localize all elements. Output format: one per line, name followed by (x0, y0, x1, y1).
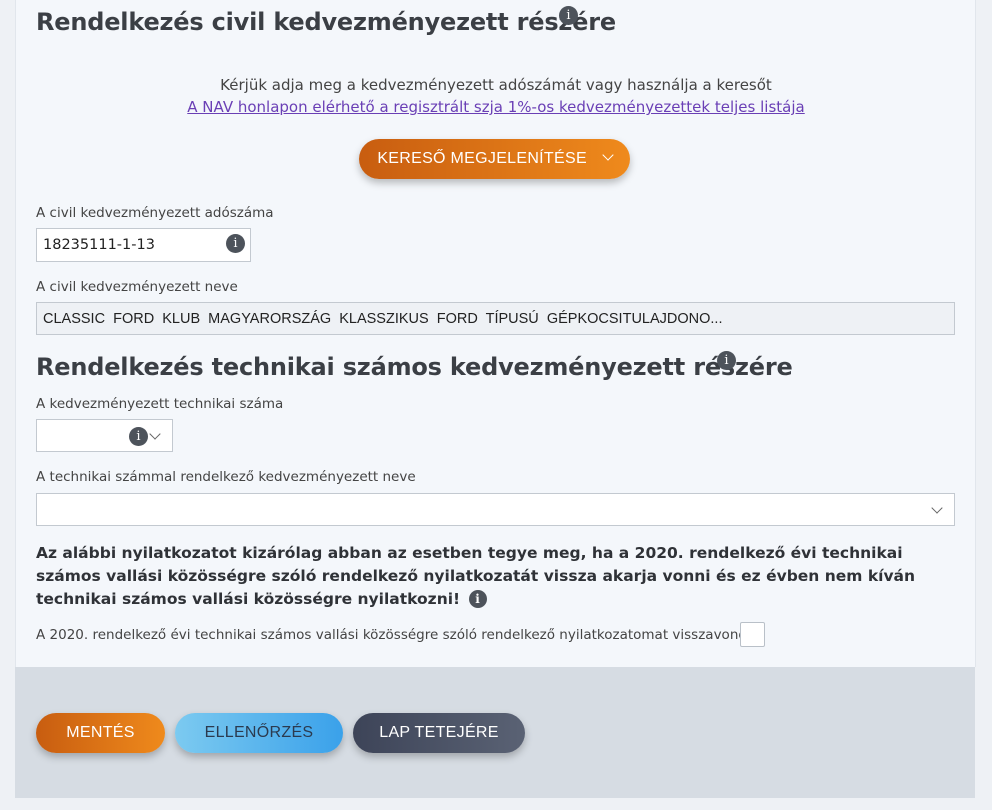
info-icon[interactable]: i (226, 234, 245, 253)
show-search-label: KERESŐ MEGJELENÍTÉSE (377, 150, 587, 167)
chevron-down-icon (149, 428, 161, 440)
tax-id-value: 18235111-1-13 (43, 237, 155, 253)
info-icon[interactable]: i (717, 351, 736, 370)
technical-heading-text: Rendelkezés technikai számos kedvezménye… (36, 353, 793, 381)
info-icon[interactable]: i (468, 590, 487, 608)
check-button[interactable]: ELLENŐRZÉS (175, 713, 343, 753)
tech-name-select[interactable] (36, 493, 955, 526)
revoke-note: Az alábbi nyilatkozatot kizárólag abban … (36, 542, 956, 611)
show-search-button[interactable]: KERESŐ MEGJELENÍTÉSE (359, 139, 630, 179)
civil-instruction: Kérjük adja meg a kedvezményezett adószá… (220, 76, 772, 94)
info-icon[interactable]: i (559, 6, 578, 25)
chevron-down-icon (931, 502, 943, 514)
tax-id-label: A civil kedvezményezett adószáma (36, 205, 274, 221)
chevron-down-icon (602, 149, 614, 161)
nav-list-link[interactable]: A NAV honlapon elérhető a regisztrált sz… (187, 98, 804, 116)
civil-name-value: CLASSIC FORD KLUB MAGYARORSZÁG KLASSZIKU… (43, 311, 723, 327)
civil-name-label: A civil kedvezményezett neve (36, 279, 238, 295)
nav-link-row: A NAV honlapon elérhető a regisztrált sz… (0, 98, 992, 116)
back-to-top-button[interactable]: LAP TETEJÉRE (353, 713, 525, 753)
tech-number-label: A kedvezményezett technikai száma (36, 396, 284, 412)
info-icon[interactable]: i (129, 427, 148, 446)
tax-id-field[interactable]: 18235111-1-13 i (36, 228, 251, 262)
revoke-checkbox-label: A 2020. rendelkező évi technikai számos … (36, 627, 760, 643)
civil-name-field: CLASSIC FORD KLUB MAGYARORSZÁG KLASSZIKU… (36, 302, 955, 335)
tech-name-label: A technikai számmal rendelkező kedvezmén… (36, 469, 416, 485)
revoke-checkbox[interactable] (740, 622, 765, 647)
civil-heading: Rendelkezés civil kedvezményezett részér… (36, 8, 616, 36)
save-button[interactable]: MENTÉS (36, 713, 165, 753)
tech-number-select[interactable]: i (36, 419, 173, 452)
technical-heading: Rendelkezés technikai számos kedvezménye… (36, 353, 793, 381)
civil-heading-text: Rendelkezés civil kedvezményezett részér… (36, 8, 616, 36)
